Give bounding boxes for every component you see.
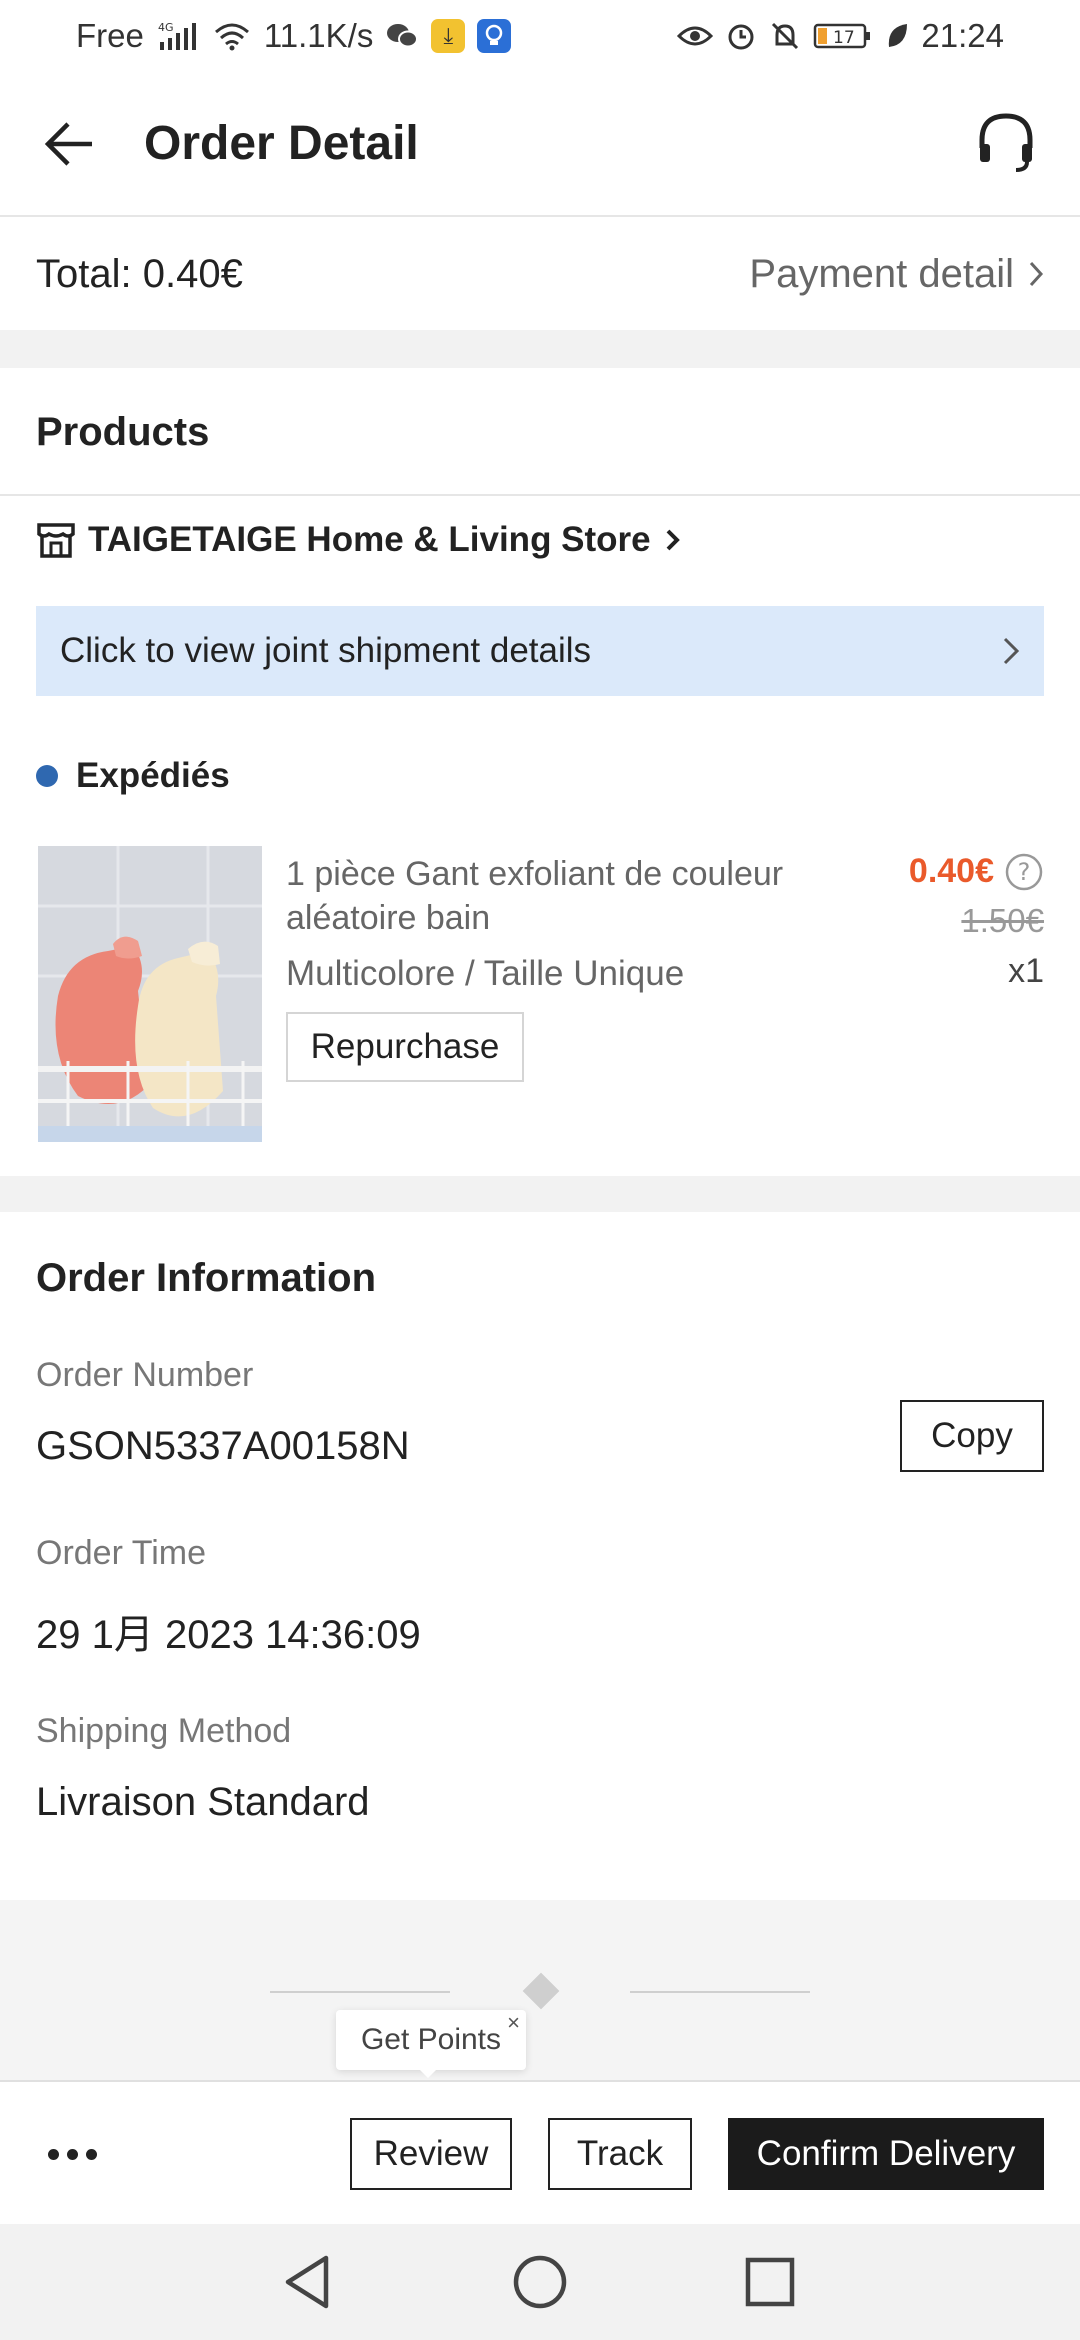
divider (0, 494, 1080, 496)
triangle-back-icon (285, 2255, 329, 2309)
nav-recents-button[interactable] (738, 2250, 802, 2314)
product-original-price: 1.50€ (961, 902, 1044, 939)
status-bar: Free 4G 11.1K/s ⤓ 17 21:24 (0, 0, 1080, 72)
order-time-label: Order Time (36, 1534, 207, 1572)
joint-shipment-banner[interactable]: Click to view joint shipment details (36, 606, 1044, 696)
arrow-left-icon (44, 122, 92, 166)
product-variant: Multicolore / Taille Unique (286, 954, 685, 993)
chevron-right-icon (666, 529, 680, 551)
order-number-value: GSON5337A00158N (36, 1424, 410, 1468)
tooltip-arrow (416, 2066, 440, 2078)
wifi-icon (212, 20, 252, 52)
customer-support-button[interactable] (974, 110, 1038, 176)
eye-icon (677, 23, 714, 49)
joint-shipment-label: Click to view joint shipment details (60, 631, 592, 670)
back-button[interactable] (40, 114, 100, 174)
review-button[interactable]: Review (350, 2118, 512, 2190)
square-recents-icon (745, 2257, 795, 2307)
product-image[interactable] (38, 846, 262, 1142)
clock: 21:24 (921, 17, 1004, 54)
shipping-method-label: Shipping Method (36, 1712, 292, 1750)
store-link[interactable]: TAIGETAIGE Home & Living Store (36, 520, 683, 560)
headset-icon (979, 113, 1033, 172)
svg-text:17: 17 (833, 28, 855, 48)
exfoliating-glove-image (38, 846, 262, 1142)
status-bar-left: Free 4G 11.1K/s ⤓ (76, 17, 512, 55)
products-title: Products (36, 410, 210, 454)
order-total: Total: 0.40€ (36, 251, 243, 296)
bottom-action-bar: Review Track Confirm Delivery (0, 2080, 1080, 2224)
svg-text:4G: 4G (158, 21, 174, 34)
product-name[interactable]: 1 pièce Gant exfoliant de couleur aléato… (286, 852, 846, 940)
confirm-delivery-button[interactable]: Confirm Delivery (728, 2118, 1044, 2190)
more-options-button[interactable] (40, 2122, 104, 2186)
order-information-title: Order Information (36, 1256, 377, 1300)
shipping-method-value: Livraison Standard (36, 1780, 370, 1824)
payment-detail-label: Payment detail (749, 251, 1014, 296)
product-price: 0.40€ (908, 852, 994, 890)
section-gap (0, 1176, 1080, 1212)
divider-line (270, 1991, 450, 1993)
get-points-tooltip[interactable]: Get Points × (336, 2010, 526, 2070)
track-button[interactable]: Track (548, 2118, 692, 2190)
order-time-value: 29 1月 2023 14:36:09 (36, 1613, 421, 1657)
network-speed: 11.1K/s (263, 17, 374, 54)
system-navigation-bar (0, 2224, 1080, 2340)
download-app-icon: ⤓ (431, 19, 466, 53)
status-bar-right: 17 21:24 (677, 17, 1004, 55)
svg-text:?: ? (1018, 858, 1031, 886)
divider-line (630, 1991, 810, 1993)
nav-home-button[interactable] (508, 2250, 572, 2314)
app-header: Order Detail (0, 72, 1080, 217)
section-gap (0, 330, 1080, 368)
total-row: Total: 0.40€ Payment detail (0, 218, 1080, 330)
shipment-status: Expédiés (36, 756, 230, 796)
leaf-icon (885, 21, 909, 51)
shipment-status-label: Expédiés (76, 756, 230, 795)
status-dot (36, 765, 58, 787)
price-help-icon[interactable]: ? (1004, 852, 1044, 892)
repurchase-button[interactable]: Repurchase (286, 1012, 524, 1082)
product-quantity: x1 (1008, 952, 1044, 990)
nav-back-button[interactable] (276, 2250, 340, 2314)
get-points-label: Get Points (360, 2023, 502, 2056)
dot (47, 2148, 59, 2160)
signal-icon: 4G (156, 20, 200, 52)
order-number-label: Order Number (36, 1356, 254, 1394)
dot (85, 2148, 97, 2160)
dot (66, 2148, 78, 2160)
store-icon (37, 523, 75, 558)
battery-icon: 17 (813, 21, 873, 51)
circle-home-icon (513, 2255, 567, 2309)
mute-bell-icon (769, 20, 801, 52)
wechat-icon (385, 21, 419, 51)
chevron-right-icon (1003, 637, 1020, 665)
chevron-right-icon (1029, 261, 1044, 287)
close-icon[interactable]: × (507, 2012, 520, 2034)
payment-detail-link[interactable]: Payment detail (749, 252, 1044, 297)
store-name: TAIGETAIGE Home & Living Store (88, 520, 651, 559)
page-title: Order Detail (144, 117, 419, 170)
copy-order-number-button[interactable]: Copy (900, 1400, 1044, 1472)
alarm-icon (725, 20, 757, 52)
lightbulb-app-icon (477, 19, 512, 53)
carrier-label: Free (76, 17, 144, 54)
